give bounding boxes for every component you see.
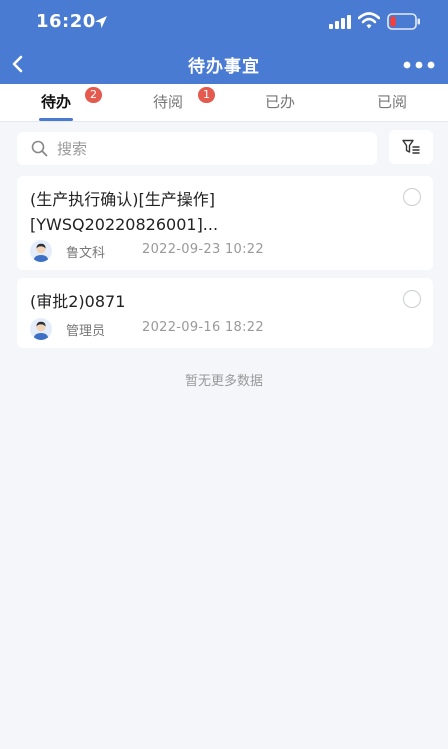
tab-label: 待办 — [40, 93, 71, 111]
tab-read[interactable]: 已阅 — [336, 84, 448, 122]
more-dots-icon[interactable] — [402, 60, 436, 70]
item-title-line: (生产执行确认)[生产操作] — [30, 190, 215, 209]
select-radio[interactable] — [403, 290, 421, 308]
tab-label: 待阅 — [152, 93, 183, 111]
tab-bar: 待办 2 待阅 1 已办 已阅 — [0, 84, 448, 122]
tab-to-read[interactable]: 待阅 1 — [112, 84, 224, 122]
status-bar: 16:20 — [0, 0, 448, 44]
tab-active-indicator — [39, 118, 73, 121]
avatar — [30, 240, 52, 262]
item-title-line: [YWSQ20220826001]... — [30, 215, 219, 234]
top-bar: 16:20 待办事宜 — [0, 0, 448, 84]
tab-label: 已阅 — [376, 93, 407, 111]
wifi-icon — [358, 12, 380, 29]
tab-badge: 2 — [85, 87, 102, 103]
tab-label: 已办 — [264, 93, 295, 111]
nav-bar: 待办事宜 — [0, 44, 448, 84]
search-icon — [31, 140, 48, 157]
list-item[interactable]: (审批2)0871 管理员 2022-09-16 18:22 — [17, 278, 433, 348]
location-arrow-icon — [95, 16, 107, 28]
search-box[interactable] — [17, 132, 377, 165]
item-user: 鲁文科 — [66, 246, 106, 261]
search-input[interactable] — [57, 132, 357, 165]
item-title: (生产执行确认)[生产操作] [YWSQ20220826001]... — [30, 187, 390, 237]
battery-low-icon — [387, 13, 420, 30]
item-user: 管理员 — [66, 324, 106, 339]
filter-button[interactable] — [389, 130, 433, 164]
no-more-data-text: 暂无更多数据 — [184, 374, 263, 389]
item-time: 2022-09-23 10:22 — [142, 242, 264, 257]
page-title: 待办事宜 — [188, 57, 260, 77]
item-time: 2022-09-16 18:22 — [142, 320, 264, 335]
cellular-signal-icon — [329, 15, 351, 29]
tab-done[interactable]: 已办 — [224, 84, 336, 122]
item-title: (审批2)0871 — [30, 292, 126, 311]
tab-badge: 1 — [198, 87, 215, 103]
tab-todo[interactable]: 待办 2 — [0, 84, 112, 122]
list-item[interactable]: (生产执行确认)[生产操作] [YWSQ20220826001]... 鲁文科 … — [17, 176, 433, 270]
select-radio[interactable] — [403, 188, 421, 206]
status-time: 16:20 — [36, 11, 96, 32]
filter-icon — [402, 139, 420, 154]
avatar — [30, 318, 52, 340]
